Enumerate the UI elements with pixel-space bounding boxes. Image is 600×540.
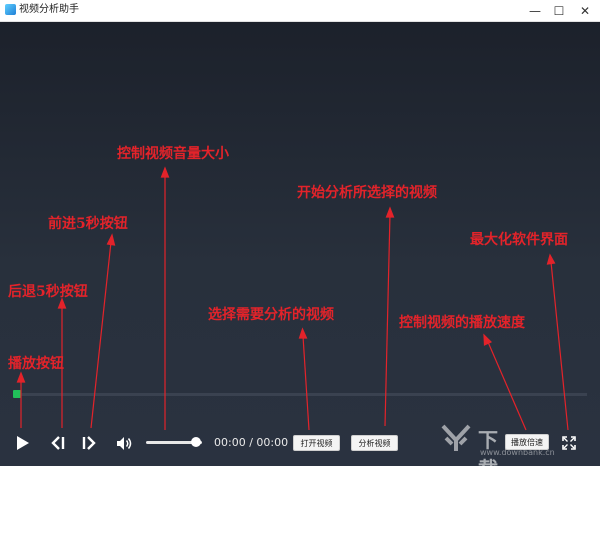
rewind-icon xyxy=(51,436,65,450)
watermark-url: www.downbank.cn xyxy=(480,448,555,457)
analyze-video-button[interactable]: 分析视频 xyxy=(351,435,398,451)
annotation-play: 播放按钮 xyxy=(8,356,64,372)
close-button[interactable]: ✕ xyxy=(572,0,598,21)
watermark-name: 下载银行 xyxy=(478,428,499,539)
volume-button[interactable] xyxy=(114,433,134,453)
annotation-maximize: 最大化软件界面 xyxy=(470,232,568,248)
forward-icon xyxy=(82,436,96,450)
rewind-5s-button[interactable] xyxy=(48,433,68,453)
window-title: 视频分析助手 xyxy=(19,4,79,15)
annotation-volume: 控制视频音量大小 xyxy=(117,146,229,162)
forward-5s-button[interactable] xyxy=(79,433,99,453)
annotation-analyze: 开始分析所选择的视频 xyxy=(297,185,437,201)
annotation-forward: 前进5秒按钮 xyxy=(48,216,128,232)
annotation-rewind: 后退5秒按钮 xyxy=(8,284,88,300)
time-display: 00:00 / 00:00 xyxy=(214,436,289,449)
fullscreen-icon xyxy=(562,436,576,450)
title-bar: 视频分析助手 — ☐ ✕ xyxy=(0,0,600,22)
progress-handle[interactable] xyxy=(13,390,21,398)
play-button[interactable] xyxy=(13,433,33,453)
play-icon xyxy=(17,436,29,450)
app-icon xyxy=(5,4,16,15)
maximize-window-button[interactable]: ☐ xyxy=(546,0,572,21)
speaker-icon xyxy=(116,436,131,450)
watermark-logo-icon xyxy=(441,424,471,451)
progress-track[interactable] xyxy=(13,393,587,396)
annotation-select: 选择需要分析的视频 xyxy=(208,307,334,323)
minimize-button[interactable]: — xyxy=(522,0,548,21)
fullscreen-button[interactable] xyxy=(560,434,578,452)
annotation-speed: 控制视频的播放速度 xyxy=(399,315,525,331)
open-video-button[interactable]: 打开视频 xyxy=(293,435,340,451)
